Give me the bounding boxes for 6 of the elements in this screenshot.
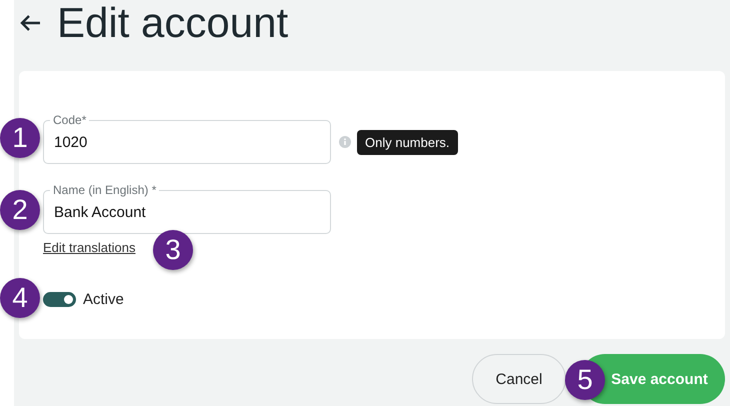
toggle-label: Active [83,291,124,308]
step-callout-tooltip: 5 [565,360,605,400]
tooltip: Only numbers. [357,130,458,155]
field-label: Code* [50,113,90,127]
field-label: Name (in English) * [50,183,160,197]
page-title: Edit account [57,0,288,46]
